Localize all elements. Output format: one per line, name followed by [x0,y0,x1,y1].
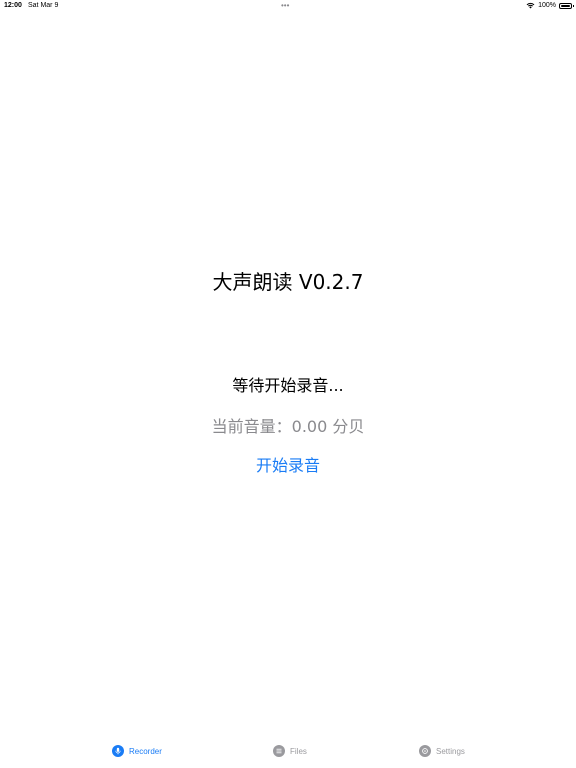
status-time: 12:00 [4,2,22,9]
status-bar: 12:00 Sat Mar 9 ••• 100% [0,0,576,12]
wifi-icon [526,2,535,9]
status-date: Sat Mar 9 [28,2,59,9]
tab-recorder-label: Recorder [129,746,162,756]
tab-settings[interactable]: Settings [419,742,465,760]
gear-icon [419,745,431,757]
tab-settings-label: Settings [436,746,465,756]
list-icon [273,745,285,757]
screen: 12:00 Sat Mar 9 ••• 100% 大声朗读 V0.2.7 等待开… [0,0,576,768]
battery-icon [559,2,574,9]
status-right: 100% [526,2,574,9]
battery-percent: 100% [538,2,556,9]
recording-status: 等待开始录音... [232,376,344,395]
volume-readout: 当前音量：0.00 分贝 [211,417,365,436]
microphone-icon [112,745,124,757]
multitasking-dots-icon[interactable]: ••• [281,1,289,10]
tab-files[interactable]: Files [273,742,307,760]
tab-recorder[interactable]: Recorder [112,742,162,760]
app-title: 大声朗读 V0.2.7 [212,270,364,294]
start-recording-button[interactable]: 开始录音 [238,452,338,476]
tab-bar: Recorder Files Settings [0,738,576,768]
tab-files-label: Files [290,746,307,756]
